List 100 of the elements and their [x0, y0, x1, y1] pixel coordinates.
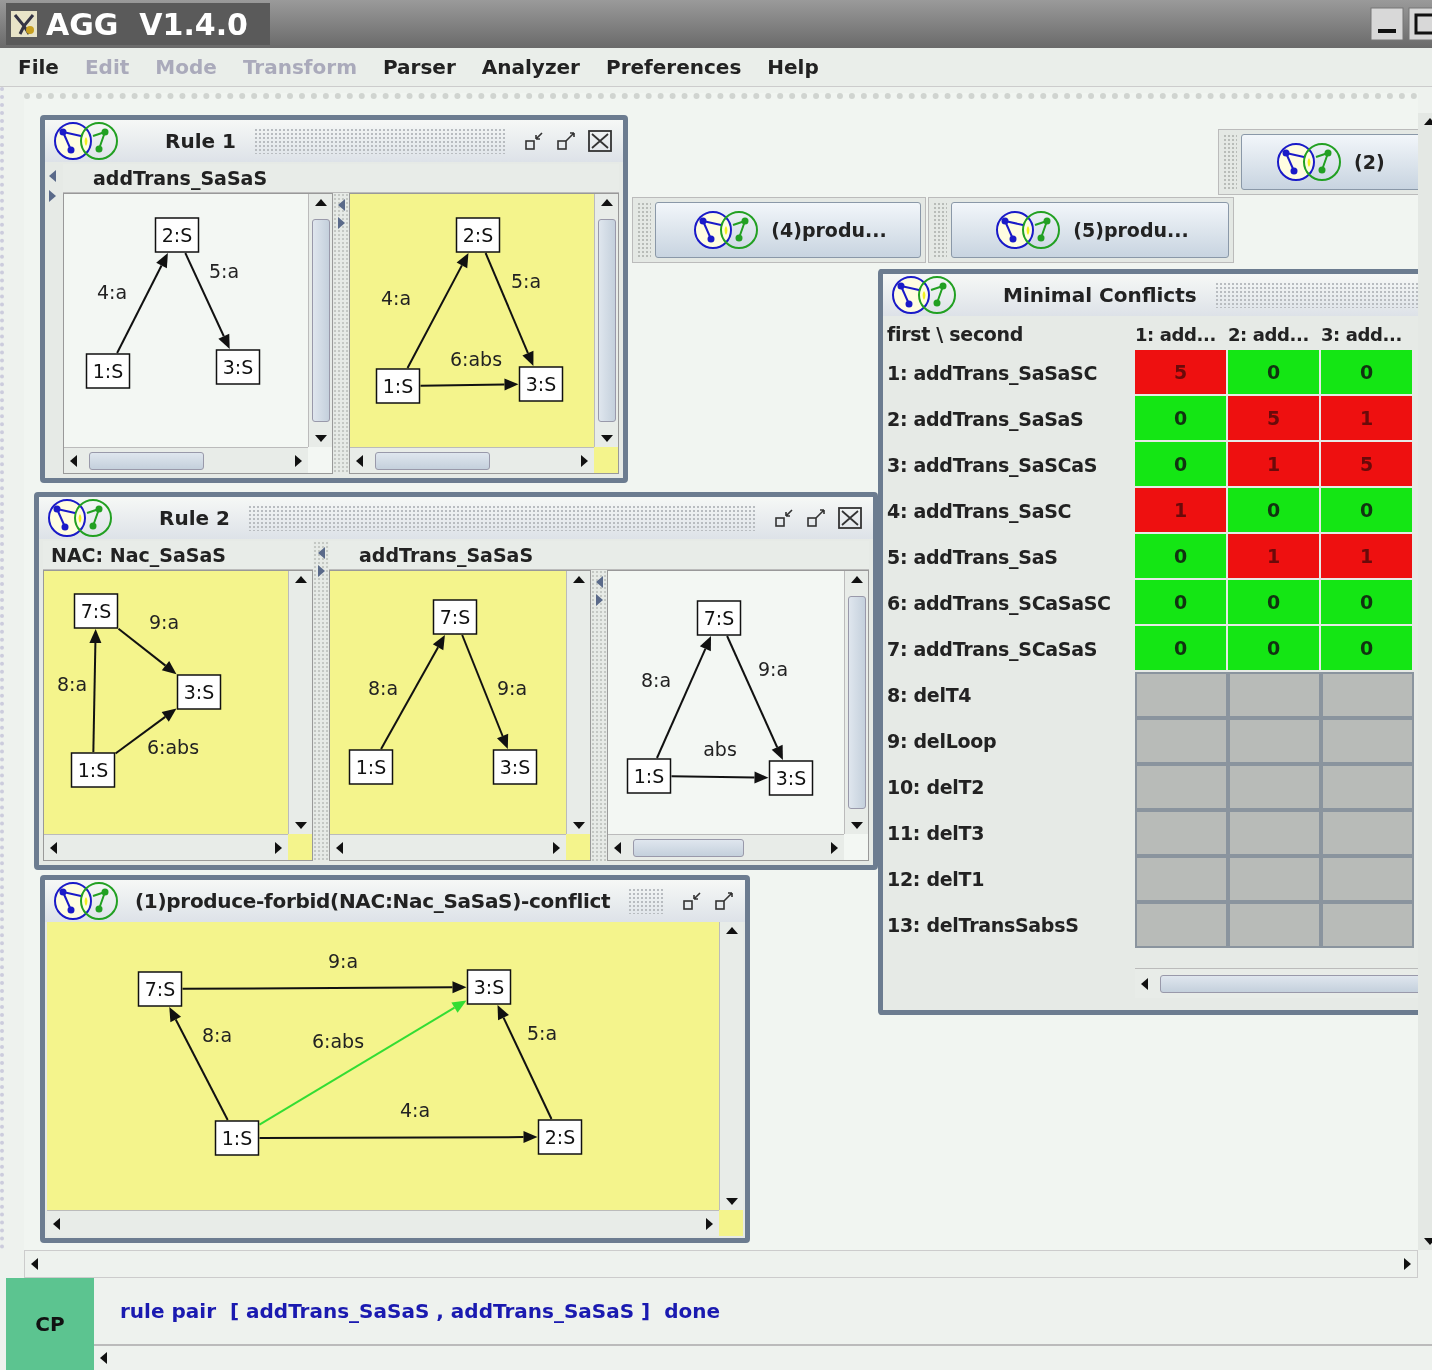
graph-node: 1:S — [85, 353, 131, 389]
vertical-scrollbar[interactable] — [288, 571, 312, 834]
vertical-scrollbar[interactable] — [566, 571, 590, 834]
drag-grip[interactable] — [253, 128, 505, 154]
horizontal-scrollbar[interactable] — [608, 834, 844, 860]
minimize-icon[interactable] — [681, 890, 703, 912]
minimize-icon[interactable] — [1370, 7, 1404, 41]
graph-node: 1:S — [348, 749, 394, 785]
edge-label: abs — [703, 738, 737, 760]
graph-node: 3:S — [215, 349, 261, 385]
maximize-icon[interactable] — [1408, 7, 1432, 41]
status-badge: CP — [6, 1278, 94, 1370]
vertical-scrollbar[interactable] — [1418, 113, 1432, 1250]
drag-grip[interactable] — [247, 505, 755, 531]
status-message: rule pair [ addTrans_SaSaS , addTrans_SaSaS ] done — [94, 1278, 1432, 1346]
window-title: AGG V1.4.0 — [46, 6, 248, 42]
toolbar-grip[interactable] — [637, 202, 651, 258]
frame-title: Rule 1 — [164, 129, 236, 153]
row-header: 2: addTrans_SaSaS — [887, 407, 1085, 433]
toolbar-grip[interactable] — [1223, 134, 1237, 190]
graph-node: 1:S — [626, 758, 672, 794]
edge-label: 8:a — [367, 677, 399, 699]
drag-grip[interactable] — [628, 888, 663, 914]
edge-label: 9:a — [148, 611, 180, 633]
edge-label: 4:a — [380, 287, 412, 309]
row-header: 6: addTrans_SCaSaSC — [887, 591, 1112, 617]
edge-label: 5:a — [510, 270, 542, 292]
table-cell: 1 — [1228, 534, 1319, 578]
table-cell: 0 — [1135, 396, 1226, 440]
row-header: 9: delLoop — [887, 729, 998, 754]
iconified-frame-button[interactable]: (5)produ... — [951, 202, 1229, 258]
edge-label: 4:a — [96, 281, 128, 303]
frame-title: Rule 2 — [158, 506, 230, 530]
close-icon[interactable] — [587, 129, 613, 153]
table-cell: 0 — [1321, 626, 1412, 670]
column-header: 1: add... — [1135, 322, 1217, 347]
edge-label: 6:abs — [311, 1030, 365, 1052]
table-cell: 0 — [1135, 580, 1226, 624]
edge-label: 8:a — [201, 1024, 233, 1046]
row-header: 11: delT3 — [887, 821, 986, 846]
table-cell: 0 — [1135, 442, 1226, 486]
table-cell: 0 — [1228, 488, 1319, 532]
maximize-icon[interactable] — [805, 507, 827, 529]
split-handle[interactable] — [313, 541, 329, 861]
table-corner-header: first \ second — [887, 322, 1025, 347]
row-header: 4: addTrans_SaSC — [887, 499, 1073, 525]
horizontal-scrollbar[interactable] — [44, 834, 288, 860]
table-cell: 5 — [1321, 442, 1412, 486]
menu-item[interactable]: Parser — [382, 55, 456, 79]
iconified-frame-button[interactable]: (4)produ... — [655, 202, 921, 258]
edge-label: 9:a — [757, 658, 789, 680]
graph-node: 7:S — [432, 599, 478, 635]
row-header: 10: delT2 — [887, 775, 986, 800]
edge-label: 8:a — [640, 669, 672, 691]
horizontal-scrollbar[interactable] — [330, 834, 566, 860]
graph-node: 1:S — [375, 368, 421, 404]
vertical-scrollbar[interactable] — [308, 194, 332, 447]
app-icon — [10, 10, 38, 38]
row-header: 8: delT4 — [887, 683, 973, 708]
edge-label: 5:a — [208, 260, 240, 282]
table-cell: 1 — [1135, 488, 1226, 532]
horizontal-scrollbar[interactable] — [24, 1250, 1418, 1278]
edge-label: 9:a — [327, 950, 359, 972]
toolbar-grip[interactable] — [933, 202, 947, 258]
minimize-icon[interactable] — [773, 507, 795, 529]
row-header: 5: addTrans_SaS — [887, 545, 1059, 571]
minimize-icon[interactable] — [523, 130, 545, 152]
table-cell: 0 — [1228, 580, 1319, 624]
edge-label: 4:a — [399, 1099, 431, 1121]
close-icon[interactable] — [837, 506, 863, 530]
vertical-scrollbar[interactable] — [719, 922, 743, 1210]
table-cell: 0 — [1228, 350, 1319, 394]
table-cell: 0 — [1321, 350, 1412, 394]
menu-item[interactable]: Preferences — [605, 55, 742, 79]
horizontal-scrollbar[interactable] — [64, 447, 308, 473]
table-cell: 0 — [1321, 488, 1412, 532]
graph-node: 3:S — [518, 366, 564, 402]
graph-node: 3:S — [176, 674, 222, 710]
table-cell: 0 — [1228, 626, 1319, 670]
menu-item[interactable]: Help — [767, 55, 819, 79]
table-cell: 0 — [1321, 580, 1412, 624]
edge-label: 8:a — [56, 673, 88, 695]
maximize-icon[interactable] — [555, 130, 577, 152]
iconified-frame-button[interactable]: (2) — [1241, 134, 1418, 190]
graph-node: 7:S — [73, 593, 119, 629]
graph-node: 1:S — [214, 1120, 260, 1156]
drag-grip[interactable] — [1214, 282, 1418, 308]
edge-label: 9:a — [496, 677, 528, 699]
maximize-icon[interactable] — [713, 890, 735, 912]
horizontal-scrollbar[interactable] — [47, 1210, 719, 1236]
row-header: 3: addTrans_SaSCaS — [887, 453, 1099, 479]
vertical-scrollbar[interactable] — [844, 571, 868, 834]
frame-title: Minimal Conflicts — [1002, 283, 1197, 307]
horizontal-scrollbar[interactable] — [350, 447, 594, 473]
graph-node: 7:S — [696, 600, 742, 636]
menu-item[interactable]: File — [18, 55, 59, 79]
table-cell: 5 — [1228, 396, 1319, 440]
menu-item[interactable]: Analyzer — [481, 55, 580, 79]
graph-node: 2:S — [154, 217, 200, 253]
vertical-scrollbar[interactable] — [594, 194, 618, 447]
